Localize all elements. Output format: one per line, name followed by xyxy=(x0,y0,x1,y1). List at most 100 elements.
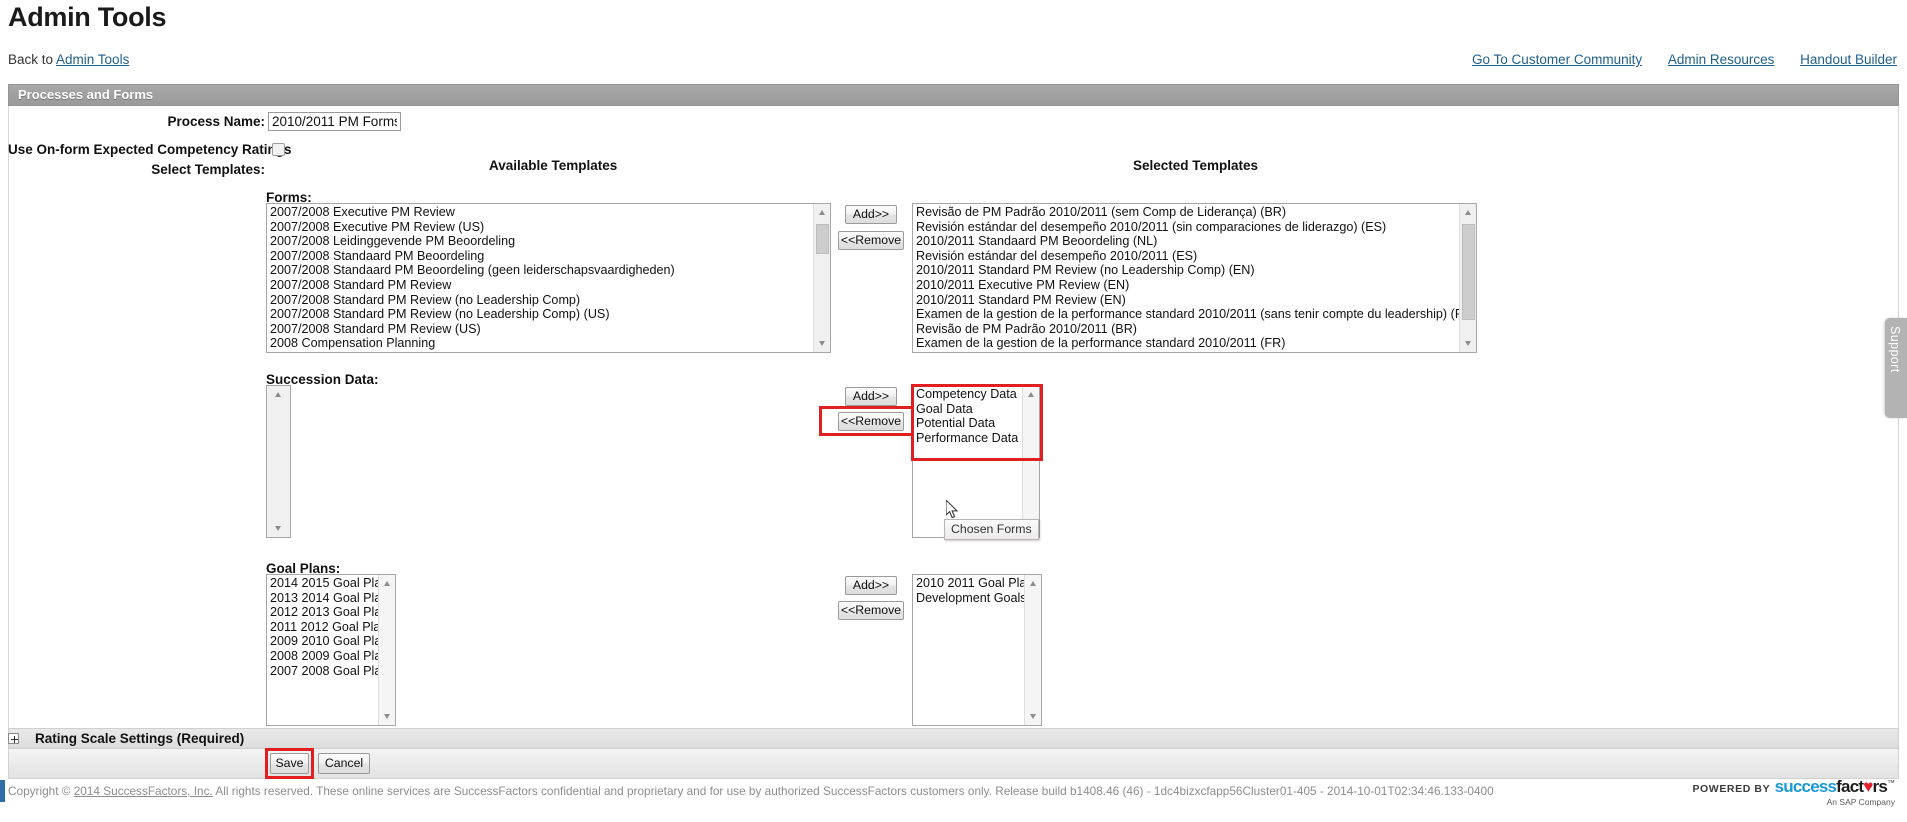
list-item[interactable]: 2007 2008 Goal Plan xyxy=(269,664,378,679)
succession-selected-listbox[interactable]: Competency Data Goal Data Potential Data Pe… xyxy=(912,385,1040,538)
scroll-up-icon[interactable] xyxy=(814,204,830,221)
scroll-down-icon[interactable] xyxy=(267,520,290,537)
list-item[interactable]: 2007/2008 Executive PM Review xyxy=(269,205,813,220)
list-item[interactable]: Goal Data xyxy=(915,402,1022,417)
breadcrumb: Back to Admin Tools xyxy=(8,52,129,67)
list-item[interactable]: 2007/2008 Standard PM Review xyxy=(269,278,813,293)
cancel-button[interactable]: Cancel xyxy=(318,753,370,774)
list-item[interactable]: 2010/2011 Standard PM Review (EN) xyxy=(915,293,1459,308)
list-item[interactable]: Potential Data xyxy=(915,416,1022,431)
footer-accent-bar xyxy=(0,780,5,802)
list-item[interactable]: 2011 2012 Goal Plan xyxy=(269,620,378,635)
goal-plans-available-items: 2014 2015 Goal Plan 2013 2014 Goal Plan 20… xyxy=(267,575,378,725)
list-item[interactable]: Examen de la gestion de la performance s… xyxy=(915,307,1459,322)
goal-plans-remove-button[interactable]: <<Remove xyxy=(838,601,904,620)
link-go-to-customer-community[interactable]: Go To Customer Community xyxy=(1472,52,1642,67)
scroll-down-icon[interactable] xyxy=(1460,335,1476,352)
footer-copyright-rest: All rights reserved. These online servic… xyxy=(212,784,1494,798)
list-item[interactable]: 2007/2008 Executive PM Review (US) xyxy=(269,220,813,235)
list-item[interactable]: Revisión estándar del desempeño 2010/201… xyxy=(915,249,1459,264)
logo-brand-wordmark: successfact♥rs xyxy=(1774,777,1888,796)
list-item[interactable]: 2009 2010 Goal Plan xyxy=(269,634,378,649)
succession-selected-scrollbar[interactable] xyxy=(1022,386,1039,537)
select-templates-label: Select Templates: xyxy=(151,162,265,177)
breadcrumb-prefix: Back to xyxy=(8,52,57,67)
list-item[interactable]: Revisão de PM Padrão 2010/2011 (sem Comp… xyxy=(915,205,1459,220)
succession-remove-button[interactable]: <<Remove xyxy=(838,412,904,431)
list-item[interactable]: 2007/2008 Standard PM Review (US) xyxy=(269,322,813,337)
logo-brand-fact: fact xyxy=(1836,777,1864,796)
footer-copyright-link[interactable]: 2014 SuccessFactors, Inc. xyxy=(74,784,213,798)
list-item[interactable]: Revisão de PM Padrão 2010/2011 (BR) xyxy=(915,322,1459,337)
footer-copyright-prefix: Copyright © xyxy=(8,784,74,798)
list-item[interactable]: Development Goals xyxy=(915,591,1024,606)
available-templates-header: Available Templates xyxy=(489,158,618,173)
section-header-processes-and-forms: Processes and Forms xyxy=(8,84,1899,106)
use-onform-competency-ratings-checkbox[interactable] xyxy=(272,143,285,156)
breadcrumb-link-admin-tools[interactable]: Admin Tools xyxy=(56,52,129,67)
process-name-label: Process Name: xyxy=(167,114,265,129)
list-item[interactable]: 2007/2008 Leidinggevende PM Beoordeling xyxy=(269,234,813,249)
link-admin-resources[interactable]: Admin Resources xyxy=(1668,52,1775,67)
logo-tagline: An SAP Company xyxy=(1826,797,1895,807)
goal-plans-add-button[interactable]: Add>> xyxy=(845,576,897,595)
list-item[interactable]: 2007/2008 Standaard PM Beoordeling (geen… xyxy=(269,263,813,278)
succession-add-button[interactable]: Add>> xyxy=(845,387,897,406)
list-item[interactable]: 2014 2015 Goal Plan xyxy=(269,576,378,591)
list-item[interactable]: Competency Data xyxy=(915,387,1022,402)
forms-selected-listbox[interactable]: Revisão de PM Padrão 2010/2011 (sem Comp… xyxy=(912,203,1477,353)
list-item[interactable]: 2007/2008 Standaard PM Beoordeling xyxy=(269,249,813,264)
scroll-down-icon[interactable] xyxy=(814,335,830,352)
scroll-down-icon[interactable] xyxy=(379,708,395,725)
scroll-up-icon[interactable] xyxy=(379,575,395,592)
succession-available-scrollbar[interactable] xyxy=(267,386,290,537)
goal-plans-available-scrollbar[interactable] xyxy=(378,575,395,725)
list-item[interactable]: 2010 2011 Goal Plan xyxy=(915,576,1024,591)
scrollbar-thumb[interactable] xyxy=(816,224,829,254)
logo-powered-by-text: POWERED BY xyxy=(1692,783,1771,795)
list-item[interactable]: Performance Data xyxy=(915,431,1022,446)
logo-brand-rs: rs xyxy=(1872,777,1888,796)
page-title: Admin Tools xyxy=(8,2,167,32)
goal-plans-selected-listbox[interactable]: 2010 2011 Goal Plan Development Goals xyxy=(912,574,1042,726)
logo-trademark: ™ xyxy=(1887,778,1895,788)
expand-plus-icon[interactable] xyxy=(8,733,19,744)
list-item[interactable]: 2007/2008 Standard PM Review (no Leaders… xyxy=(269,307,813,322)
goal-plans-available-listbox[interactable]: 2014 2015 Goal Plan 2013 2014 Goal Plan 20… xyxy=(266,574,396,726)
list-item[interactable]: Revisión estándar del desempeño 2010/201… xyxy=(915,220,1459,235)
goal-plans-selected-scrollbar[interactable] xyxy=(1024,575,1041,725)
save-button[interactable]: Save xyxy=(270,753,309,774)
successfactors-logo: POWERED BY successfact♥rs™ An SAP Compan… xyxy=(1692,778,1895,807)
use-onform-competency-ratings-label: Use On-form Expected Competency Ratings xyxy=(8,142,292,157)
forms-remove-button[interactable]: <<Remove xyxy=(838,231,904,250)
goal-plans-selected-items: 2010 2011 Goal Plan Development Goals xyxy=(913,575,1024,725)
list-item[interactable]: 2012 2013 Goal Plan xyxy=(269,605,378,620)
support-tab[interactable]: Support xyxy=(1885,318,1907,418)
list-item[interactable]: 2008 2009 Goal Plan xyxy=(269,649,378,664)
support-tab-label: Support xyxy=(1888,326,1902,373)
list-item[interactable]: 2010/2011 Standard PM Review (no Leaders… xyxy=(915,263,1459,278)
forms-available-scrollbar[interactable] xyxy=(813,204,830,352)
scroll-up-icon[interactable] xyxy=(1025,575,1041,592)
forms-selected-scrollbar[interactable] xyxy=(1459,204,1476,352)
scroll-up-icon[interactable] xyxy=(1023,386,1039,403)
scroll-up-icon[interactable] xyxy=(267,386,290,403)
forms-available-listbox[interactable]: 2007/2008 Executive PM Review 2007/2008 E… xyxy=(266,203,831,353)
forms-add-button[interactable]: Add>> xyxy=(845,205,897,224)
scroll-down-icon[interactable] xyxy=(1025,708,1041,725)
logo-brand-success: success xyxy=(1774,777,1837,796)
link-handout-builder[interactable]: Handout Builder xyxy=(1800,52,1897,67)
list-item[interactable]: 2008 Compensation Planning xyxy=(269,336,813,351)
list-item[interactable]: 2007/2008 Standard PM Review (no Leaders… xyxy=(269,293,813,308)
scroll-up-icon[interactable] xyxy=(1460,204,1476,221)
succession-available-listbox[interactable] xyxy=(266,385,291,538)
list-item[interactable]: Examen de la gestion de la performance s… xyxy=(915,336,1459,351)
succession-selected-items: Competency Data Goal Data Potential Data Pe… xyxy=(913,386,1022,537)
list-item[interactable]: 2010/2011 Standaard PM Beoordeling (NL) xyxy=(915,234,1459,249)
process-name-input[interactable] xyxy=(268,112,401,131)
rating-scale-settings-bar[interactable]: Rating Scale Settings (Required) xyxy=(8,728,1899,749)
list-item[interactable]: 2010/2011 Executive PM Review (EN) xyxy=(915,278,1459,293)
list-item[interactable]: 2013 2014 Goal Plan xyxy=(269,591,378,606)
heart-icon: ♥ xyxy=(1863,777,1873,796)
scrollbar-thumb[interactable] xyxy=(1462,224,1475,320)
